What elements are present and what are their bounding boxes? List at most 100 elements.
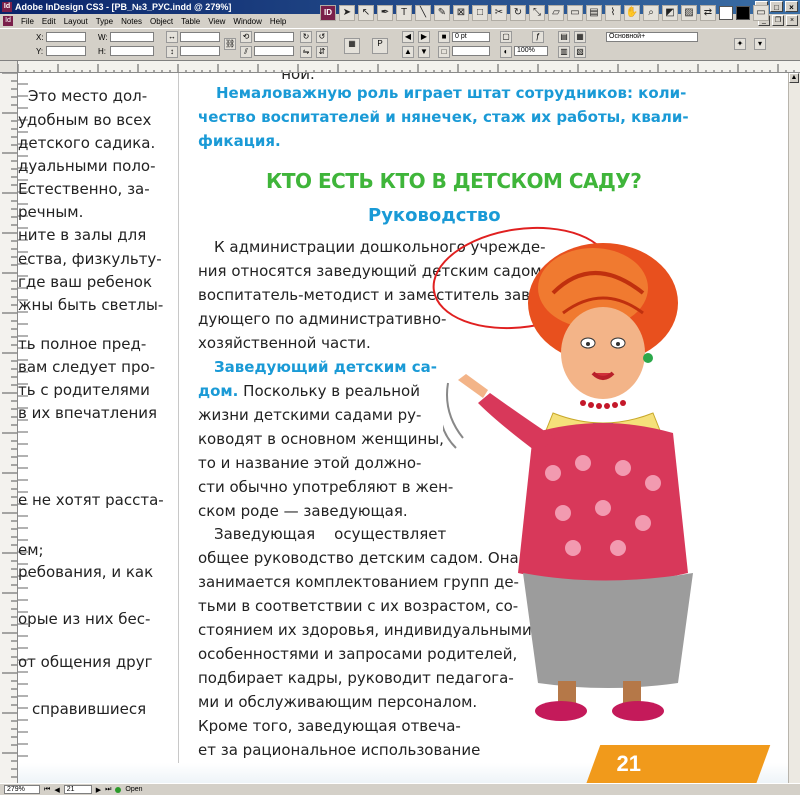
stroke-swatch-icon[interactable]: ▨ xyxy=(681,5,697,21)
page-number-field[interactable]: 21 xyxy=(63,785,92,794)
first-page-button[interactable]: ⏮ xyxy=(44,786,50,794)
shear-angle-icon[interactable]: ⫽ xyxy=(240,46,252,58)
content-fit-icon[interactable]: ▧ xyxy=(574,46,586,58)
left-line: орые из них бес- xyxy=(18,610,151,628)
panel-menu-icon[interactable]: ▾ xyxy=(754,38,766,50)
next-page-button[interactable]: ▶ xyxy=(96,786,101,794)
zoom-tool-icon[interactable]: ⌕ xyxy=(643,5,659,21)
stroke-weight-field[interactable]: 0 pt xyxy=(452,32,490,42)
vertical-scrollbar[interactable]: ▲ xyxy=(788,73,800,783)
scale-x-icon[interactable]: ↔ xyxy=(166,31,178,43)
eyedropper-tool-icon[interactable]: ⌇ xyxy=(605,5,621,21)
select-container-icon[interactable]: ▲ xyxy=(402,46,414,58)
menu-help[interactable]: Help xyxy=(266,17,290,26)
constrain-proportions-icon[interactable]: ⛓ xyxy=(224,38,236,50)
h-field[interactable] xyxy=(110,46,154,56)
opacity-field[interactable]: 100% xyxy=(514,46,548,56)
flip-horizontal-icon[interactable]: ⇋ xyxy=(300,46,312,58)
menu-edit[interactable]: Edit xyxy=(38,17,60,26)
swap-colors-icon[interactable]: ⇄ xyxy=(700,5,716,21)
para1-line: хозяйственной части. xyxy=(198,334,371,352)
container-select-icon[interactable]: P xyxy=(372,38,388,54)
doc-close-button[interactable]: × xyxy=(786,15,798,26)
fill-swatch-icon[interactable]: ◩ xyxy=(662,5,678,21)
headmistress-illustration xyxy=(443,243,693,721)
horizontal-ruler[interactable] xyxy=(18,61,800,73)
opacity-icon[interactable]: ◐ xyxy=(500,46,512,58)
scroll-up-arrow[interactable]: ▲ xyxy=(789,73,799,83)
bridge-icon[interactable]: ✦ xyxy=(734,38,746,50)
note-tool-icon[interactable]: ▤ xyxy=(586,5,602,21)
shear-angle-field[interactable] xyxy=(254,46,294,56)
scale-y-field[interactable] xyxy=(180,46,220,56)
menu-window[interactable]: Window xyxy=(229,17,265,26)
rotate-angle-field[interactable] xyxy=(254,32,294,42)
document-canvas[interactable]: ной. Это место дол- удобным во всех детс… xyxy=(18,73,788,783)
text-wrap-icon[interactable]: ▤ xyxy=(558,31,570,43)
direct-selection-tool-icon[interactable]: ↖ xyxy=(358,5,374,21)
maximize-button[interactable]: □ xyxy=(770,1,783,12)
scale-x-field[interactable] xyxy=(180,32,220,42)
fitting-icon[interactable]: ▥ xyxy=(558,46,570,58)
select-content-icon[interactable]: ▼ xyxy=(418,46,430,58)
rotate-tool-icon[interactable]: ↻ xyxy=(510,5,526,21)
indesign-app-icon: Id xyxy=(2,2,12,12)
para2-line-0: Поскольку в реальной xyxy=(238,382,420,400)
type-tool-icon[interactable]: T xyxy=(396,5,412,21)
stroke-color-icon[interactable]: □ xyxy=(438,46,450,58)
scale-y-icon[interactable]: ↕ xyxy=(166,46,178,58)
menu-object[interactable]: Object xyxy=(146,17,177,26)
select-next-icon[interactable]: ▶ xyxy=(418,31,430,43)
line-tool-icon[interactable]: ╲ xyxy=(415,5,431,21)
doc-restore-button[interactable]: ❐ xyxy=(772,15,784,26)
zoom-level-field[interactable]: 279% xyxy=(4,785,40,794)
ruler-origin[interactable] xyxy=(0,61,18,73)
vertical-ruler[interactable] xyxy=(0,61,18,783)
hand-tool-icon[interactable]: ✋ xyxy=(624,5,640,21)
close-button[interactable]: × xyxy=(785,1,798,12)
effects-fx-icon[interactable]: ƒ xyxy=(532,31,544,43)
flip-vertical-icon[interactable]: ⇵ xyxy=(316,46,328,58)
stroke-type-field[interactable] xyxy=(452,46,490,56)
gradient-tool-icon[interactable]: ▭ xyxy=(567,5,583,21)
left-line: Естественно, за- xyxy=(18,180,150,198)
object-style-select[interactable]: Основной+ xyxy=(606,32,698,42)
drop-shadow-icon[interactable]: ▢ xyxy=(500,31,512,43)
fill-color-icon[interactable]: ■ xyxy=(438,31,450,43)
rotate-90-ccw-icon[interactable]: ↺ xyxy=(316,31,328,43)
intro-line: Немаловажную роль играет штат сотруднико… xyxy=(216,84,687,102)
menu-table[interactable]: Table xyxy=(177,17,204,26)
x-field[interactable] xyxy=(46,32,86,42)
menu-layout[interactable]: Layout xyxy=(60,17,92,26)
normal-view-icon[interactable] xyxy=(719,6,733,20)
reference-point-icon[interactable]: ▦ xyxy=(344,38,360,54)
para2-line: ском роде — заведующая. xyxy=(198,502,408,520)
w-field[interactable] xyxy=(110,32,154,42)
menu-file[interactable]: File xyxy=(17,17,38,26)
menu-notes[interactable]: Notes xyxy=(117,17,146,26)
scissors-tool-icon[interactable]: ✂ xyxy=(491,5,507,21)
x-label: X: xyxy=(36,33,44,42)
section-subheading: Руководство xyxy=(368,205,501,226)
selection-tool-icon[interactable]: ➤ xyxy=(339,5,355,21)
indesign-logo-icon: ID xyxy=(320,5,336,21)
scale-tool-icon[interactable]: ⤡ xyxy=(529,5,545,21)
rectangle-tool-icon[interactable]: □ xyxy=(472,5,488,21)
screen-mode-icon[interactable]: ▭ xyxy=(753,5,769,21)
rotate-angle-icon[interactable]: ⟲ xyxy=(240,31,252,43)
y-field[interactable] xyxy=(46,46,86,56)
rectangle-frame-tool-icon[interactable]: ⊠ xyxy=(453,5,469,21)
document-icon[interactable]: Id xyxy=(3,16,13,26)
menu-view[interactable]: View xyxy=(204,17,229,26)
menu-type[interactable]: Type xyxy=(92,17,117,26)
frame-fit-icon[interactable]: ▦ xyxy=(574,31,586,43)
shear-tool-icon[interactable]: ▱ xyxy=(548,5,564,21)
previous-page-button[interactable]: ◀ xyxy=(54,786,59,794)
para2-line: жизни детскими садами ру- xyxy=(198,406,422,424)
select-previous-icon[interactable]: ◀ xyxy=(402,31,414,43)
preview-mode-icon[interactable] xyxy=(736,6,750,20)
pen-tool-icon[interactable]: ✒ xyxy=(377,5,393,21)
rotate-90-cw-icon[interactable]: ↻ xyxy=(300,31,312,43)
pencil-tool-icon[interactable]: ✎ xyxy=(434,5,450,21)
last-page-button[interactable]: ⏭ xyxy=(105,786,111,794)
